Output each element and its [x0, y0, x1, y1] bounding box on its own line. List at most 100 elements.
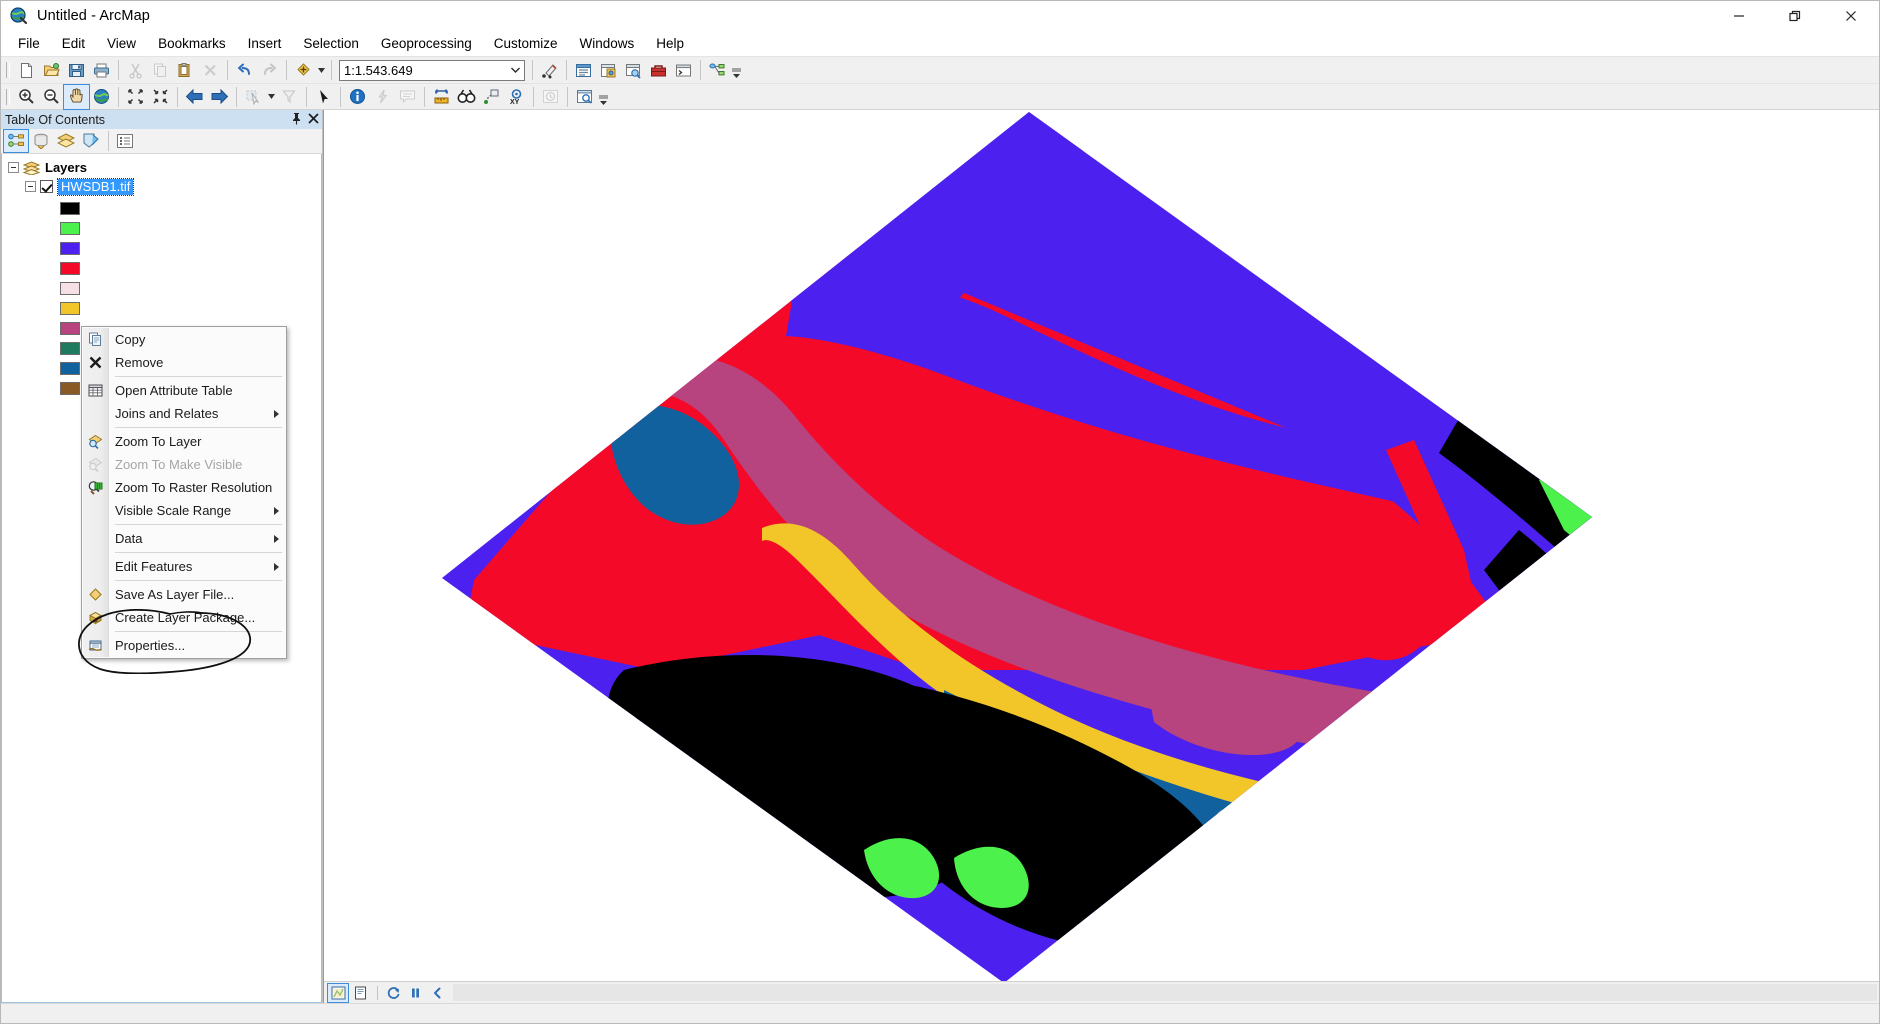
menu-bar: File Edit View Bookmarks Insert Selectio…	[1, 31, 1879, 56]
select-features-dropdown-icon[interactable]	[266, 85, 277, 109]
zoom-in-icon[interactable]	[14, 85, 39, 109]
restore-button[interactable]	[1767, 1, 1823, 31]
delete-icon[interactable]	[198, 58, 223, 82]
legend-item	[60, 258, 321, 278]
chevron-down-icon[interactable]	[506, 61, 524, 80]
select-features-icon[interactable]	[241, 85, 266, 109]
find-icon[interactable]	[454, 85, 479, 109]
menu-help[interactable]: Help	[645, 32, 695, 56]
toc-root-layers[interactable]: Layers	[2, 158, 321, 177]
html-popup-icon[interactable]	[395, 85, 420, 109]
fixed-zoom-in-icon[interactable]	[123, 85, 148, 109]
context-menu-separator	[115, 524, 282, 525]
measure-icon[interactable]	[429, 85, 454, 109]
table-of-contents-icon[interactable]	[571, 58, 596, 82]
toolbar-separator	[177, 86, 178, 107]
zoom-out-icon[interactable]	[39, 85, 64, 109]
list-by-visibility-icon[interactable]	[54, 130, 78, 152]
collapse-icon[interactable]	[427, 984, 447, 1002]
refresh-icon[interactable]	[383, 984, 403, 1002]
editor-toolbar-icon[interactable]	[537, 58, 562, 82]
toolbar-gripper[interactable]	[4, 59, 12, 81]
toc-layer-row[interactable]: HWSDB1.tif	[2, 177, 321, 196]
list-by-source-icon[interactable]	[29, 130, 53, 152]
cut-icon[interactable]	[123, 58, 148, 82]
undo-icon[interactable]	[232, 58, 257, 82]
context-menu-item-data[interactable]: Data	[82, 527, 286, 550]
context-menu-item-edit-features[interactable]: Edit Features	[82, 555, 286, 578]
pause-drawing-icon[interactable]	[405, 984, 425, 1002]
add-data-dropdown-icon[interactable]	[316, 58, 327, 82]
context-menu-item-zoom-to-raster-resolution[interactable]: Zoom To Raster Resolution	[82, 476, 286, 499]
class-brown	[1562, 826, 1592, 962]
select-elements-icon[interactable]	[311, 85, 336, 109]
menu-bookmarks[interactable]: Bookmarks	[147, 32, 237, 56]
layer-visibility-checkbox[interactable]	[40, 180, 53, 193]
full-extent-icon[interactable]	[89, 85, 114, 109]
menu-file[interactable]: File	[7, 32, 51, 56]
paste-icon[interactable]	[173, 58, 198, 82]
catalog-icon[interactable]	[596, 58, 621, 82]
hyperlink-icon[interactable]	[370, 85, 395, 109]
context-menu-item-remove[interactable]: Remove	[82, 351, 286, 374]
add-data-icon[interactable]	[291, 58, 316, 82]
list-by-drawing-order-icon[interactable]	[3, 129, 29, 153]
menu-edit[interactable]: Edit	[51, 32, 96, 56]
toolbar-overflow-icon[interactable]	[730, 58, 743, 82]
map-canvas[interactable]	[324, 110, 1879, 981]
menu-selection[interactable]: Selection	[292, 32, 370, 56]
pan-icon[interactable]	[63, 83, 90, 110]
new-document-icon[interactable]	[14, 58, 39, 82]
context-menu-item-copy[interactable]: Copy	[82, 328, 286, 351]
save-icon[interactable]	[64, 58, 89, 82]
expander-icon[interactable]	[8, 162, 19, 173]
redo-icon[interactable]	[257, 58, 282, 82]
context-menu-item-properties[interactable]: Properties...	[82, 634, 286, 657]
context-menu-item-zoom-to-layer[interactable]: Zoom To Layer	[82, 430, 286, 453]
toc-layer-name[interactable]: HWSDB1.tif	[56, 177, 135, 196]
table-of-contents-panel: Table Of Contents Layers HWSDB1.tif Copy…	[1, 110, 323, 1003]
options-icon[interactable]	[113, 130, 137, 152]
data-view-icon[interactable]	[327, 982, 349, 1003]
identify-icon[interactable]	[345, 85, 370, 109]
menu-customize[interactable]: Customize	[483, 32, 569, 56]
close-button[interactable]	[1823, 1, 1879, 31]
go-to-xy-icon[interactable]: XY	[504, 85, 529, 109]
print-icon[interactable]	[89, 58, 114, 82]
open-document-icon[interactable]	[39, 58, 64, 82]
create-viewer-window-icon[interactable]	[572, 85, 597, 109]
menu-windows[interactable]: Windows	[569, 32, 646, 56]
map-scale-combobox[interactable]: 1:1.543.649	[339, 59, 525, 81]
context-menu-item-joins-and-relates[interactable]: Joins and Relates	[82, 402, 286, 425]
go-forward-extent-icon[interactable]	[207, 85, 232, 109]
menu-geoprocessing[interactable]: Geoprocessing	[370, 32, 483, 56]
minimize-button[interactable]	[1711, 1, 1767, 31]
attribute-table-icon	[87, 382, 104, 399]
context-menu-item-open-attribute-table[interactable]: Open Attribute Table	[82, 379, 286, 402]
pin-icon[interactable]	[291, 112, 302, 128]
list-by-selection-icon[interactable]	[79, 130, 103, 152]
menu-view[interactable]: View	[96, 32, 147, 56]
menu-insert[interactable]: Insert	[237, 32, 293, 56]
context-menu-item-save-as-layer-file[interactable]: Save As Layer File...	[82, 583, 286, 606]
layout-view-icon[interactable]	[350, 984, 370, 1002]
time-slider-icon[interactable]	[538, 85, 563, 109]
arctoolbox-icon[interactable]	[646, 58, 671, 82]
close-icon[interactable]	[308, 112, 319, 127]
toolbar-overflow-icon[interactable]	[597, 85, 610, 109]
model-builder-icon[interactable]	[705, 58, 730, 82]
find-route-icon[interactable]	[479, 85, 504, 109]
legend-swatch-magenta	[60, 321, 80, 335]
search-icon[interactable]	[621, 58, 646, 82]
clear-selection-icon[interactable]	[277, 85, 302, 109]
context-menu-item-visible-scale-range[interactable]: Visible Scale Range	[82, 499, 286, 522]
python-window-icon[interactable]	[671, 58, 696, 82]
expander-icon[interactable]	[25, 181, 36, 192]
context-menu-item-create-layer-package[interactable]: Create Layer Package...	[82, 606, 286, 629]
go-back-extent-icon[interactable]	[182, 85, 207, 109]
toc-tree[interactable]: Layers HWSDB1.tif Copy Remove Open Attri…	[1, 154, 322, 1003]
copy-icon[interactable]	[148, 58, 173, 82]
layer-context-menu[interactable]: Copy Remove Open Attribute Table Joins a…	[81, 326, 287, 659]
toolbar-gripper[interactable]	[4, 86, 12, 108]
fixed-zoom-out-icon[interactable]	[148, 85, 173, 109]
